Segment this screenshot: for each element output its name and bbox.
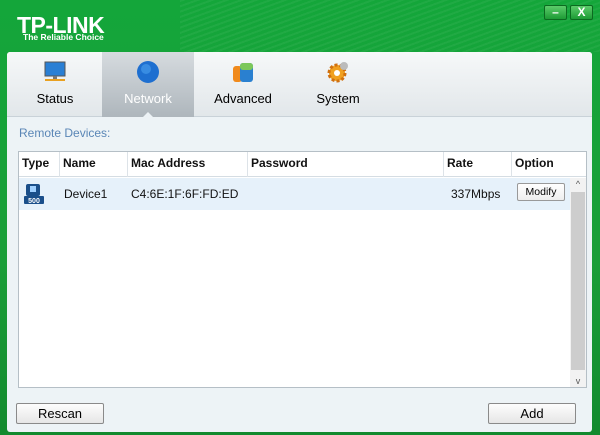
column-header-mac: Mac Address bbox=[128, 152, 248, 177]
brand-tagline: The Reliable Choice bbox=[23, 32, 104, 42]
remote-devices-table: Type Name Mac Address Password Rate Opti… bbox=[18, 151, 587, 388]
tab-advanced[interactable]: Advanced bbox=[197, 52, 289, 117]
column-header-type: Type bbox=[19, 152, 60, 177]
column-header-rate: Rate bbox=[444, 152, 512, 177]
tab-system[interactable]: System bbox=[292, 52, 384, 117]
scroll-down-icon[interactable]: v bbox=[570, 376, 586, 386]
tab-label: Status bbox=[36, 91, 74, 106]
table-row[interactable]: 500 Device1 C4:6E:1F:6F:FD:ED 337Mbps Mo… bbox=[19, 178, 570, 210]
header-decoration bbox=[180, 0, 600, 52]
device-rate: 337Mbps bbox=[451, 187, 501, 201]
add-button[interactable]: Add bbox=[488, 403, 576, 424]
minimize-button[interactable]: – bbox=[544, 5, 567, 20]
app-window: TP-LINK The Reliable Choice – X Status N… bbox=[0, 0, 600, 435]
main-panel: Status Network Advanced System Remote De… bbox=[7, 52, 592, 432]
type-badge: 500 bbox=[28, 198, 40, 205]
rescan-button[interactable]: Rescan bbox=[16, 403, 104, 424]
column-header-password: Password bbox=[248, 152, 444, 177]
tab-bar: Status Network Advanced System bbox=[7, 52, 592, 118]
close-button[interactable]: X bbox=[570, 5, 593, 20]
tab-label: Network bbox=[124, 91, 172, 106]
modify-button[interactable]: Modify bbox=[517, 183, 565, 201]
tab-label: Advanced bbox=[214, 91, 272, 106]
tab-status[interactable]: Status bbox=[9, 52, 101, 117]
advanced-icon bbox=[233, 63, 253, 82]
tab-network[interactable]: Network bbox=[102, 52, 194, 118]
column-header-name: Name bbox=[60, 152, 128, 177]
device-name: Device1 bbox=[64, 187, 108, 201]
column-header-option: Option bbox=[515, 156, 554, 170]
scrollbar-thumb[interactable] bbox=[571, 192, 585, 370]
scroll-up-icon[interactable]: ^ bbox=[570, 179, 586, 189]
device-mac: C4:6E:1F:6F:FD:ED bbox=[131, 187, 239, 201]
powerline-500-icon: 500 bbox=[24, 184, 44, 205]
globe-icon bbox=[137, 61, 159, 83]
active-tab-caret bbox=[142, 112, 154, 118]
table-header: Type Name Mac Address Password Rate Opti… bbox=[19, 152, 586, 177]
monitor-icon bbox=[44, 61, 66, 81]
tab-label: System bbox=[316, 91, 360, 106]
scrollbar[interactable]: ^ v bbox=[570, 178, 586, 387]
section-title: Remote Devices: bbox=[19, 126, 111, 140]
gear-icon bbox=[327, 62, 348, 83]
